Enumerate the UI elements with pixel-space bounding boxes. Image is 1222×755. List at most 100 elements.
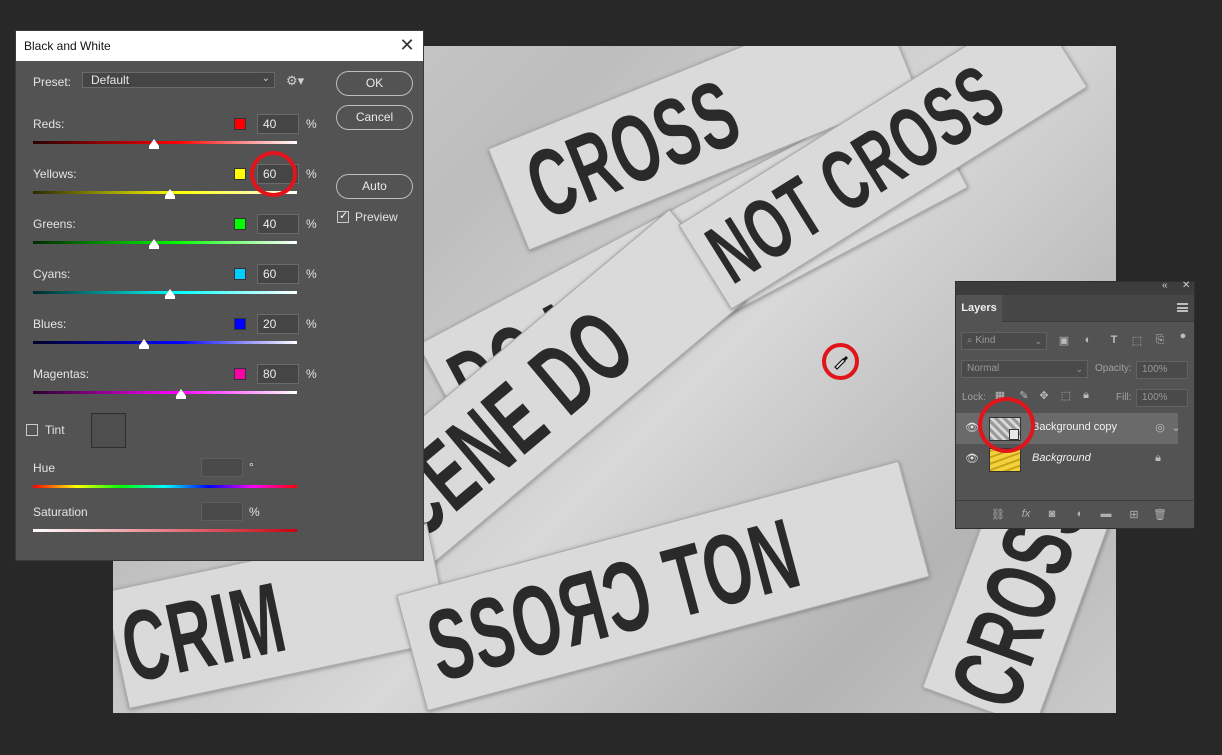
trash-icon[interactable]: 🗑︎ <box>1153 508 1167 521</box>
close-icon[interactable]: ✕ <box>399 36 415 54</box>
chevron-down-icon: ⌄ <box>261 73 270 84</box>
ok-button[interactable]: OK <box>336 71 413 96</box>
opacity-field[interactable]: 100% <box>1136 361 1188 379</box>
magentas-slider-track[interactable] <box>33 391 297 394</box>
blues-color-swatch <box>234 318 246 330</box>
filter-kind-dropdown[interactable]: ⌕ Kind ⌄ <box>961 332 1047 350</box>
hue-label: Hue <box>33 461 56 475</box>
new-group-icon[interactable]: ▬ <box>1099 508 1113 520</box>
auto-button[interactable]: Auto <box>336 174 413 199</box>
fill-field[interactable]: 100% <box>1136 389 1188 407</box>
fill-value: 100% <box>1142 392 1168 403</box>
filter-toggle-icon[interactable]: ● <box>1176 330 1190 342</box>
greens-percent: % <box>306 217 317 231</box>
lock-icon: 🔒︎ <box>1155 452 1161 464</box>
cyans-value-field[interactable]: 60 <box>257 264 299 284</box>
tape-text: CRIM <box>113 561 296 705</box>
preview-checkbox[interactable] <box>337 209 349 223</box>
yellows-color-swatch <box>234 168 246 180</box>
shape-filter-icon[interactable]: ⬚ <box>1130 334 1144 347</box>
black-and-white-dialog: Black and White ✕ Preset: Default ⌄ ⚙▾ O… <box>15 30 424 561</box>
annotation-circle-layer-thumbnail <box>978 397 1035 453</box>
cyans-color-swatch <box>234 268 246 280</box>
panel-topbar: « ✕ <box>956 280 1194 295</box>
preview-label: Preview <box>355 210 398 224</box>
blend-mode-dropdown[interactable]: Normal ⌄ <box>961 360 1088 378</box>
hue-slider-track[interactable] <box>33 485 297 488</box>
lock-all-icon[interactable]: 🔒︎ <box>1079 389 1093 402</box>
visibility-eye-icon[interactable]: 👁︎ <box>965 422 979 435</box>
reds-label: Reds: <box>33 117 65 131</box>
reds-slider-track[interactable] <box>33 141 297 144</box>
tape-text: CROSS <box>929 469 1113 713</box>
preset-value: Default <box>91 73 130 87</box>
tint-checkbox[interactable] <box>26 424 38 436</box>
cyans-percent: % <box>306 267 317 281</box>
greens-slider-thumb[interactable] <box>149 239 160 249</box>
photoshop-workspace: DO NOT CROSS CROSS SCENE DO CRIM SSOЯƆ T… <box>0 0 1222 755</box>
lock-label: Lock: <box>962 392 986 403</box>
opacity-label: Opacity: <box>1095 363 1132 374</box>
adjustment-filter-icon[interactable]: ◐ <box>1081 334 1095 346</box>
magentas-percent: % <box>306 367 317 381</box>
lock-position-icon[interactable]: ✥ <box>1037 389 1051 402</box>
eyedropper-cursor-icon <box>832 352 850 370</box>
greens-value-field[interactable]: 40 <box>257 214 299 234</box>
blend-mode-value: Normal <box>967 363 1000 374</box>
tint-label: Tint <box>45 423 65 437</box>
close-icon[interactable]: ✕ <box>1182 280 1190 291</box>
cancel-button[interactable]: Cancel <box>336 105 413 130</box>
layers-bottom-toolbar: ⛓ fx ◙ ◐ ▬ ⊞ 🗑︎ <box>956 500 1194 528</box>
tab-layers[interactable]: Layers <box>956 295 1002 322</box>
chevron-down-icon: ⌄ <box>1075 364 1083 374</box>
hue-field[interactable] <box>201 458 243 477</box>
yellows-label: Yellows: <box>33 167 77 181</box>
layer-name: Background <box>1032 452 1091 464</box>
greens-label: Greens: <box>33 217 76 231</box>
magentas-value-field[interactable]: 80 <box>257 364 299 384</box>
magentas-label: Magentas: <box>33 367 90 381</box>
yellows-slider-thumb[interactable] <box>165 189 176 199</box>
saturation-percent: % <box>249 505 260 519</box>
gear-icon[interactable]: ⚙▾ <box>286 73 304 89</box>
blues-slider-track[interactable] <box>33 341 297 344</box>
degree-symbol: ° <box>249 460 254 474</box>
magentas-slider-thumb[interactable] <box>175 389 186 399</box>
collapse-icon[interactable]: « <box>1162 280 1168 291</box>
preset-label: Preset: <box>33 75 72 89</box>
chevron-down-icon: ⌄ <box>1034 336 1042 346</box>
panel-menu-icon[interactable] <box>1177 303 1188 312</box>
layer-effects-icon[interactable]: ◎ <box>1153 421 1167 434</box>
reds-color-swatch <box>234 118 246 130</box>
preset-dropdown[interactable]: Default ⌄ <box>82 72 275 88</box>
annotation-circle-yellows <box>250 151 297 197</box>
reds-slider-thumb[interactable] <box>149 139 160 149</box>
cyans-label: Cyans: <box>33 267 71 281</box>
pixel-filter-icon[interactable]: ▣ <box>1057 334 1071 347</box>
magentas-color-swatch <box>234 368 246 380</box>
expand-chevron-icon[interactable]: ⌄ <box>1169 421 1183 434</box>
greens-slider-track[interactable] <box>33 241 297 244</box>
blues-slider-thumb[interactable] <box>138 339 149 349</box>
tint-color-swatch[interactable] <box>91 413 126 448</box>
cyans-slider-thumb[interactable] <box>165 289 176 299</box>
layer-row-background[interactable]: 👁︎ Background 🔒︎ <box>956 444 1178 475</box>
link-layers-icon[interactable]: ⛓ <box>991 508 1005 521</box>
adjustment-layer-icon[interactable]: ◐ <box>1073 508 1087 520</box>
lock-artboard-icon[interactable]: ⬚ <box>1059 389 1073 402</box>
saturation-field[interactable] <box>201 502 243 521</box>
type-filter-icon[interactable]: T <box>1107 334 1121 346</box>
smart-object-filter-icon[interactable]: ⎘ <box>1153 334 1167 347</box>
yellows-percent: % <box>306 167 317 181</box>
visibility-eye-icon[interactable]: 👁︎ <box>965 453 979 466</box>
reds-value-field[interactable]: 40 <box>257 114 299 134</box>
blues-percent: % <box>306 317 317 331</box>
saturation-slider-track[interactable] <box>33 529 297 532</box>
filter-kind-value: Kind <box>975 335 996 346</box>
new-layer-icon[interactable]: ⊞ <box>1127 508 1141 521</box>
layer-name: Background copy <box>1032 421 1117 433</box>
dialog-title: Black and White <box>16 31 423 61</box>
fx-icon[interactable]: fx <box>1019 508 1033 520</box>
add-mask-icon[interactable]: ◙ <box>1045 508 1059 520</box>
blues-value-field[interactable]: 20 <box>257 314 299 334</box>
